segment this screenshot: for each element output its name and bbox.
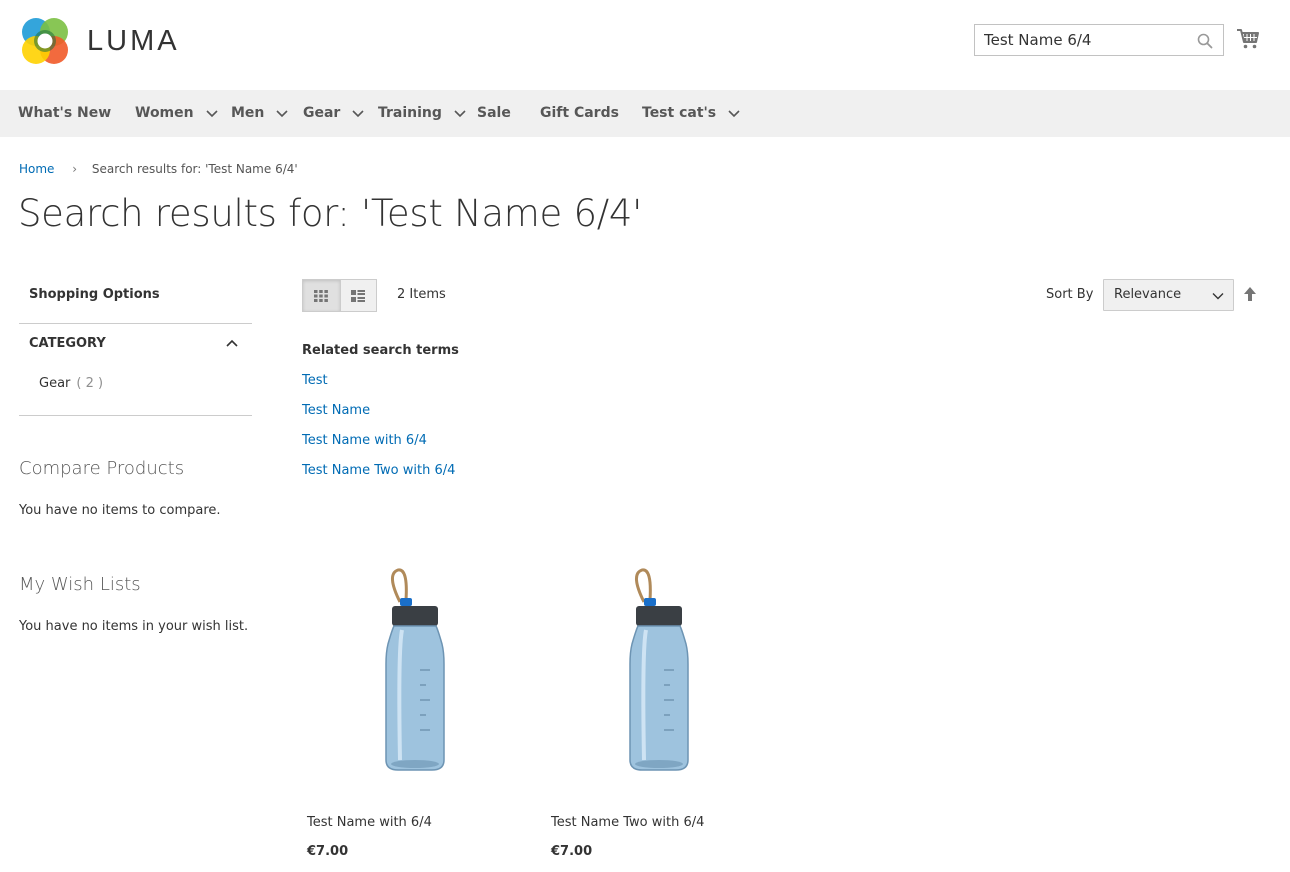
- sort-by-label: Sort By: [1046, 287, 1094, 302]
- product-price: €7.00: [307, 844, 349, 859]
- search-icon[interactable]: [1197, 33, 1213, 49]
- related-term-link[interactable]: Test Name with 6/4: [302, 433, 427, 448]
- divider: [19, 415, 252, 416]
- product-name-link[interactable]: Test Name with 6/4: [307, 815, 432, 830]
- search-input[interactable]: [975, 25, 1185, 55]
- water-bottle-image: [385, 568, 445, 771]
- compare-products-title: Compare Products: [19, 458, 185, 479]
- list-icon: [351, 289, 366, 302]
- view-mode-switcher: [302, 279, 377, 312]
- nav-item-label: What's New: [18, 105, 112, 121]
- cart-icon[interactable]: [1236, 27, 1260, 51]
- chevron-down-icon: [276, 110, 288, 118]
- compare-empty-text: You have no items to compare.: [19, 503, 221, 518]
- sort-direction-arrow-icon[interactable]: [1243, 286, 1257, 302]
- filter-option-gear[interactable]: Gear ( 2 ): [39, 376, 103, 391]
- logo[interactable]: LUMA: [19, 15, 180, 67]
- product-image[interactable]: [546, 560, 766, 780]
- chevron-down-icon: [728, 110, 740, 118]
- nav-item-label: Test cat's: [642, 105, 717, 121]
- chevron-up-icon[interactable]: [225, 338, 239, 348]
- sort-by-value: Relevance: [1114, 287, 1182, 302]
- nav-item-men[interactable]: Men: [231, 90, 289, 137]
- chevron-down-icon: [205, 110, 218, 118]
- nav-item-sale[interactable]: Sale: [477, 90, 511, 137]
- nav-item-women[interactable]: Women: [135, 90, 219, 137]
- related-search-terms-title: Related search terms: [302, 343, 459, 358]
- breadcrumb-current: Search results for: 'Test Name 6/4': [91, 162, 298, 176]
- page-title: Search results for: 'Test Name 6/4': [18, 192, 642, 235]
- shopping-options-title: Shopping Options: [29, 287, 160, 302]
- product-price: €7.00: [551, 844, 593, 859]
- breadcrumb-home-link[interactable]: Home: [19, 162, 54, 176]
- nav-item-training[interactable]: Training: [378, 90, 467, 137]
- list-view-button[interactable]: [339, 280, 377, 311]
- nav-item-label: Gear: [303, 105, 341, 121]
- nav-item-label: Sale: [477, 105, 511, 121]
- chevron-down-icon: [454, 110, 466, 118]
- search-box: [974, 24, 1224, 56]
- divider: [19, 323, 252, 324]
- filter-option-count: ( 2 ): [76, 376, 104, 391]
- related-term-link[interactable]: Test Name Two with 6/4: [302, 463, 455, 478]
- nav-item-label: Gift Cards: [540, 105, 619, 121]
- logo-text: LUMA: [87, 24, 180, 57]
- chevron-down-icon: [352, 110, 364, 118]
- related-term-link[interactable]: Test: [302, 373, 328, 388]
- nav-item-label: Training: [378, 105, 442, 121]
- site-header: LUMA: [0, 0, 1290, 90]
- product-name-link[interactable]: Test Name Two with 6/4: [551, 815, 704, 830]
- water-bottle-image: [629, 568, 689, 771]
- filter-category-title[interactable]: CATEGORY: [29, 336, 106, 351]
- wishlist-title: My Wish Lists: [19, 574, 141, 595]
- product-image[interactable]: [302, 560, 522, 780]
- nav-item-gear[interactable]: Gear: [303, 90, 365, 137]
- nav-item-test-cats[interactable]: Test cat's: [642, 90, 741, 137]
- wishlist-empty-text: You have no items in your wish list.: [19, 619, 249, 634]
- chevron-right-icon: ›: [72, 162, 78, 176]
- main-nav: What's New Women Men Gear Training Sale …: [0, 90, 1290, 137]
- items-count: 2 Items: [397, 287, 446, 302]
- luma-logo-icon: [22, 18, 68, 64]
- filter-option-label: Gear: [39, 376, 71, 391]
- nav-item-label: Men: [231, 105, 265, 121]
- grid-icon: [314, 289, 329, 302]
- nav-item-gift-cards[interactable]: Gift Cards: [540, 90, 619, 137]
- chevron-down-icon: [1212, 293, 1224, 300]
- grid-view-button[interactable]: [303, 280, 340, 311]
- nav-item-whats-new[interactable]: What's New: [18, 90, 111, 137]
- related-term-link[interactable]: Test Name: [302, 403, 370, 418]
- sort-by-select[interactable]: Relevance: [1103, 279, 1234, 311]
- breadcrumb: Home › Search results for: 'Test Name 6/…: [19, 162, 298, 176]
- nav-item-label: Women: [135, 105, 194, 121]
